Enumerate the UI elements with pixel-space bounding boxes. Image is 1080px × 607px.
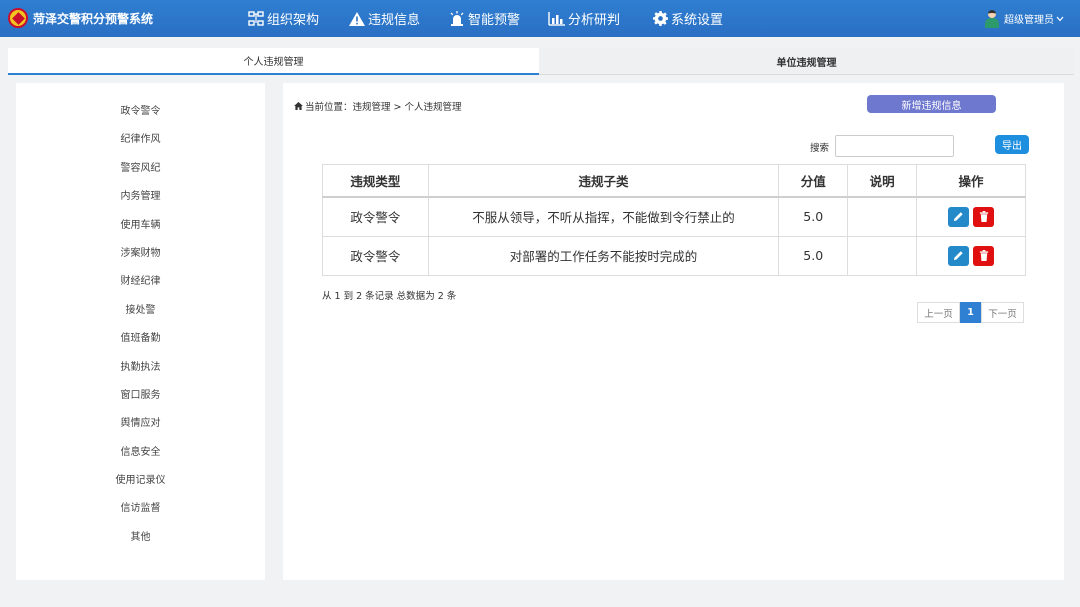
record-summary: 从 1 到 2 条记录 总数据为 2 条 xyxy=(322,291,457,302)
cell-subtype: 不服从领导，不听从指挥，不能做到令行禁止的 xyxy=(427,196,780,237)
column-header-type[interactable]: 违规类型 xyxy=(322,164,429,198)
sidebar-item[interactable]: 使用车辆 xyxy=(16,212,265,240)
chevron-down-icon xyxy=(1056,16,1064,21)
nav-label: 分析研判 xyxy=(568,13,621,28)
sidebar-item[interactable]: 舆情应对 xyxy=(16,410,265,438)
police-badge-logo xyxy=(8,8,28,28)
app-title: 菏泽交警积分预警系统 xyxy=(33,11,154,26)
pencil-icon xyxy=(953,251,963,261)
sidebar-item[interactable]: 涉案财物 xyxy=(16,240,265,268)
nav-label: 系统设置 xyxy=(671,13,724,28)
export-button[interactable]: 导出 xyxy=(995,135,1029,154)
search-label: 搜索 xyxy=(810,143,830,154)
sidebar-item[interactable]: 执勤执法 xyxy=(16,354,265,382)
sidebar-item[interactable]: 其他 xyxy=(16,524,265,552)
sidebar-item[interactable]: 纪律作风 xyxy=(16,126,265,154)
current-page-button[interactable]: 1 xyxy=(960,302,981,323)
nav-smart-warning[interactable]: 智能预警 xyxy=(449,0,520,37)
table-header-row: 违规类型 违规子类 分值 说明 操作 xyxy=(322,164,1026,198)
pencil-icon xyxy=(953,212,963,222)
next-page-button[interactable]: 下一页 xyxy=(981,302,1024,323)
nav-label: 违规信息 xyxy=(368,13,421,28)
sidebar: 政令警令 纪律作风 警容风纪 内务管理 使用车辆 涉案财物 财经纪律 接处警 值班备勤 执勤执法窗… xyxy=(16,83,265,580)
tab-unit-violations[interactable]: 单位违规管理 xyxy=(539,48,1074,75)
main-panel: 当前位置：违规管理 > 个人违规管理 新增违规信息 搜索 导出 违规类型 违规子… xyxy=(283,83,1064,580)
alarm-light-icon xyxy=(450,11,464,26)
trash-icon xyxy=(979,250,988,262)
nav-system-settings[interactable]: 系统设置 xyxy=(653,0,723,37)
cell-score: 5.0 xyxy=(778,196,849,237)
brand[interactable]: 菏泽交警积分预警系统 xyxy=(8,7,153,29)
sidebar-item[interactable]: 财经纪律 xyxy=(16,268,265,296)
sidebar-item[interactable]: 政令警令 xyxy=(16,98,265,126)
tab-personal-violations[interactable]: 个人违规管理 xyxy=(8,48,539,75)
nav-label: 组织架构 xyxy=(267,13,320,28)
sidebar-item[interactable]: 窗口服务 xyxy=(16,382,265,410)
sidebar-list: 政令警令 纪律作风 警容风纪 内务管理 使用车辆 涉案财物 财经纪律 接处警 值班备勤 执勤执法窗… xyxy=(16,83,265,552)
column-header-subtype[interactable]: 违规子类 xyxy=(427,164,780,198)
sidebar-item[interactable]: 接处警 xyxy=(16,297,265,325)
edit-button[interactable] xyxy=(948,245,970,266)
violations-table: 违规类型 违规子类 分值 说明 操作 政令警令 不服从领导，不听从指挥，不能做到… xyxy=(322,164,1026,276)
cell-note xyxy=(847,196,918,237)
bar-chart-icon xyxy=(548,11,565,26)
column-header-note[interactable]: 说明 xyxy=(847,164,918,198)
pagination: 上一页 1 下一页 xyxy=(917,302,1024,323)
cell-note xyxy=(847,235,918,276)
add-violation-button[interactable]: 新增违规信息 xyxy=(867,95,996,113)
nav-analysis[interactable]: 分析研判 xyxy=(548,0,620,37)
sidebar-item[interactable]: 警容风纪 xyxy=(16,155,265,183)
delete-button[interactable] xyxy=(973,206,995,227)
cell-actions xyxy=(916,235,1026,276)
cell-subtype: 对部署的工作任务不能按时完成的 xyxy=(427,235,780,276)
nav-violation-info[interactable]: 违规信息 xyxy=(349,0,420,37)
cell-type: 政令警令 xyxy=(322,235,429,276)
sidebar-item[interactable]: 信息安全 xyxy=(16,439,265,467)
sidebar-item[interactable]: 值班备勤 xyxy=(16,325,265,353)
nav-label: 智能预警 xyxy=(468,13,521,28)
cell-actions xyxy=(916,196,1026,237)
breadcrumb: 当前位置：违规管理 > 个人违规管理 xyxy=(294,99,462,113)
home-icon xyxy=(294,102,303,110)
edit-button[interactable] xyxy=(948,206,970,227)
gear-icon xyxy=(653,11,668,26)
search-input[interactable] xyxy=(835,135,954,157)
column-header-actions: 操作 xyxy=(916,164,1026,198)
table-row: 政令警令 不服从领导，不听从指挥，不能做到令行禁止的 5.0 xyxy=(322,196,1026,237)
top-navigation-bar: 菏泽交警积分预警系统 组织架构 违规信息 智能预警 分析研判 系统设置 超级管理… xyxy=(0,0,1080,37)
user-name: 超级管理员 xyxy=(1004,15,1054,26)
prev-page-button[interactable]: 上一页 xyxy=(917,302,960,323)
delete-button[interactable] xyxy=(973,245,995,266)
warning-icon xyxy=(349,11,365,26)
user-menu[interactable]: 超级管理员 xyxy=(984,0,1064,37)
org-structure-icon xyxy=(248,11,264,26)
trash-icon xyxy=(979,211,988,222)
table-row: 政令警令 对部署的工作任务不能按时完成的 5.0 xyxy=(322,235,1026,276)
breadcrumb-text: 当前位置：违规管理 > 个人违规管理 xyxy=(305,102,462,113)
column-header-score[interactable]: 分值 xyxy=(778,164,849,198)
sidebar-item[interactable]: 使用记录仪 xyxy=(16,467,265,495)
sidebar-item[interactable]: 内务管理 xyxy=(16,183,265,211)
cell-type: 政令警令 xyxy=(322,196,429,237)
sidebar-item[interactable]: 信访监督 xyxy=(16,495,265,523)
avatar xyxy=(984,9,1000,28)
cell-score: 5.0 xyxy=(778,235,849,276)
nav-org-structure[interactable]: 组织架构 xyxy=(248,0,319,37)
